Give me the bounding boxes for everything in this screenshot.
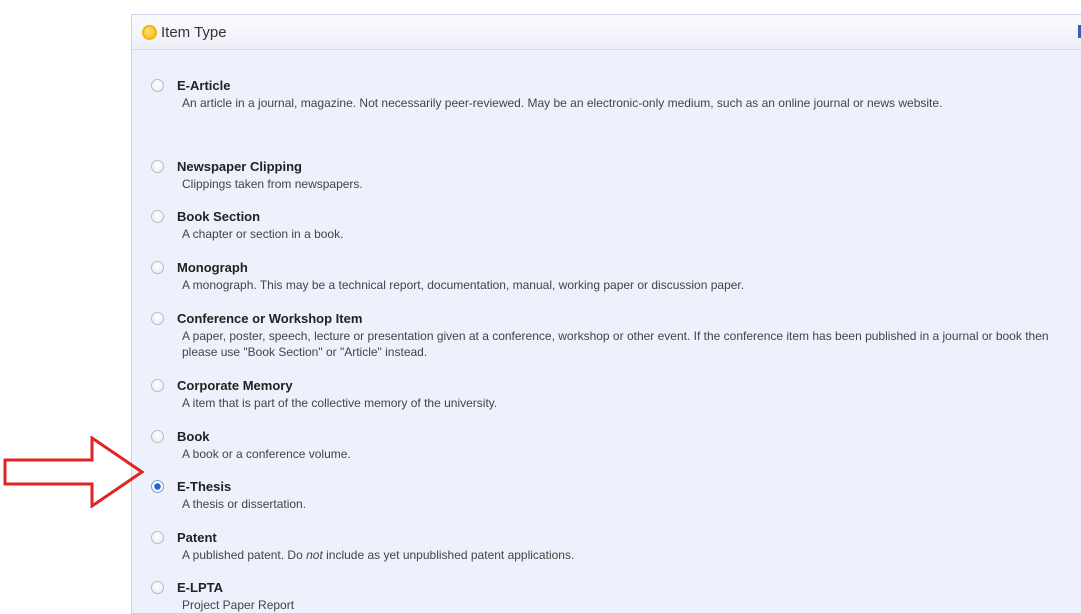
option-title: Corporate Memory [177,378,293,393]
radio-e-thesis[interactable] [151,480,164,493]
radio-patent[interactable] [151,531,164,544]
option-description: A thesis or dissertation. [182,497,307,511]
status-circle-icon [142,24,157,40]
option-description: A published patent. Do not include as ye… [182,547,1081,563]
radio-book-section[interactable] [151,210,164,223]
radio-e-article[interactable] [151,79,164,92]
option-title: Newspaper Clipping [177,159,302,174]
description-text: A published patent. Do [182,548,307,562]
radio-monograph[interactable] [151,261,164,274]
option-description: Clippings taken from newspapers. [182,177,363,191]
radio-conference-item[interactable] [151,312,164,325]
option-description: Project Paper Report [182,598,295,612]
option-title: E-Thesis [177,479,232,494]
item-type-panel: Item Type ? E-Article An article in a jo… [131,14,1081,614]
option-title: Conference or Workshop Item [177,311,363,326]
option-title: Patent [177,530,217,545]
option-description: A paper, poster, speech, lecture or pres… [182,329,1049,359]
description-text: include as yet unpublished patent applic… [322,548,575,562]
option-title: E-LPTA [177,580,223,595]
option-title: Monograph [177,260,248,275]
option-description: A chapter or section in a book. [182,227,344,241]
option-title: Book Section [177,209,261,224]
radio-e-lpta[interactable] [151,581,164,594]
option-title: E-Article [177,78,231,93]
emphasis-text: not [306,548,323,562]
panel-title: Item Type [161,23,227,41]
arrow-shape [3,436,145,508]
option-description: An article in a journal, magazine. Not n… [182,96,943,110]
option-description: A item that is part of the collective me… [182,396,498,410]
radio-book[interactable] [151,430,164,443]
option-description: A book or a conference volume. [182,447,351,461]
panel-header: Item Type ? [132,15,1081,50]
option-description: A monograph. This may be a technical rep… [182,278,745,292]
option-title: Book [177,429,210,444]
radio-corporate-memory[interactable] [151,379,164,392]
pointer-arrow-icon [3,436,145,508]
radio-newspaper-clipping[interactable] [151,160,164,173]
